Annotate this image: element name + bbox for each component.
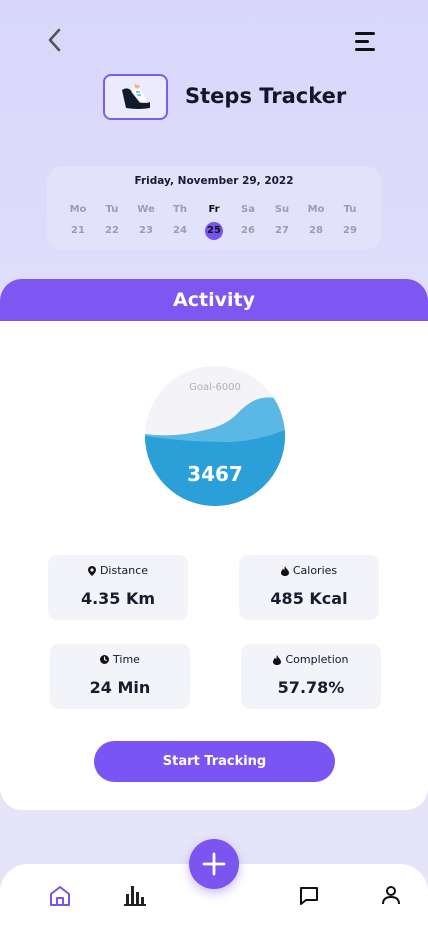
calendar-day-name: Th <box>173 204 187 215</box>
menu-icon-line <box>355 31 375 35</box>
nav-stats[interactable] <box>122 882 148 908</box>
stat-card-calories: Calories 485 Kcal <box>239 555 379 620</box>
stat-card-completion: Completion 57.78% <box>241 644 381 709</box>
calendar-day-number: 28 <box>309 225 323 236</box>
calendar-day-number: 21 <box>71 225 85 236</box>
stat-value: 57.78% <box>277 678 345 697</box>
chevron-left-icon <box>48 28 61 52</box>
calendar-day-number: 24 <box>173 225 187 236</box>
page-title: Steps Tracker <box>185 84 347 108</box>
stat-label-row: Distance <box>48 564 188 577</box>
flame-icon <box>280 565 289 576</box>
calendar-day-number: 23 <box>139 225 153 236</box>
add-button[interactable] <box>189 839 239 889</box>
stat-label: Completion <box>285 653 349 666</box>
menu-icon-line <box>355 39 369 43</box>
calendar-day[interactable]: 21 <box>61 222 95 240</box>
calendar-day-selected[interactable]: 25 <box>197 222 231 240</box>
calendar-day-name: Tu <box>343 204 357 215</box>
calendar-day-number: 27 <box>275 225 289 236</box>
stats-icon <box>124 886 146 906</box>
calendar-day-name: Su <box>274 204 290 215</box>
calendar-day-number: 22 <box>105 225 119 236</box>
home-icon <box>50 886 70 906</box>
calendar-day-name: Sa <box>241 204 255 215</box>
calendar-day[interactable]: 29 <box>333 222 367 240</box>
back-button[interactable] <box>40 26 68 54</box>
stat-label: Calories <box>292 564 338 577</box>
calendar-day-number: 26 <box>241 225 255 236</box>
chat-icon <box>300 887 318 905</box>
goal-label: Goal-6000 <box>189 382 241 393</box>
calendar-day[interactable]: 24 <box>163 222 197 240</box>
stat-value: 4.35 Km <box>80 589 156 608</box>
calendar-day-name: Fr <box>208 204 220 215</box>
calendar-day-name: We <box>137 204 155 215</box>
stat-label-row: Time <box>50 653 190 666</box>
stat-label-row: Completion <box>241 653 381 666</box>
stat-label: Distance <box>99 564 149 577</box>
calendar-date-label: Friday, November 29, 2022 <box>134 175 294 187</box>
stat-label: Time <box>113 653 140 666</box>
nav-messages[interactable] <box>296 883 322 909</box>
menu-button[interactable] <box>355 28 383 54</box>
week-calendar: Friday, November 29, 2022 Mo Tu We Th Fr Sa Su… <box>47 166 381 250</box>
calendar-day[interactable]: 22 <box>95 222 129 240</box>
stat-label-row: Calories <box>239 564 379 577</box>
stat-card-distance: Distance 4.35 Km <box>48 555 188 620</box>
steps-count: 3467 <box>187 462 243 486</box>
calendar-day-name: Tu <box>105 204 119 215</box>
stat-value: 485 Kcal <box>270 589 348 608</box>
nav-profile[interactable] <box>378 882 404 908</box>
calendar-day-name: Mo <box>307 204 325 215</box>
plus-icon <box>202 852 226 876</box>
calendar-day-number: 29 <box>343 225 357 236</box>
clock-icon <box>100 655 110 664</box>
menu-icon-line <box>355 47 375 51</box>
location-pin-icon <box>87 565 96 576</box>
start-tracking-button[interactable]: Start Tracking <box>94 741 335 782</box>
calendar-day[interactable]: 28 <box>299 222 333 240</box>
activity-title: Activity <box>173 289 255 311</box>
app-logo <box>103 74 168 120</box>
calendar-day-number: 25 <box>207 225 221 236</box>
sneaker-icon <box>121 82 150 109</box>
nav-home[interactable] <box>47 883 73 909</box>
profile-icon <box>382 886 400 905</box>
calendar-day[interactable]: 27 <box>265 222 299 240</box>
flame-icon <box>273 654 282 665</box>
calendar-day[interactable]: 26 <box>231 222 265 240</box>
stat-value: 24 Min <box>89 678 151 697</box>
calendar-day-name: Mo <box>69 204 87 215</box>
calendar-day[interactable]: 23 <box>129 222 163 240</box>
stat-card-time: Time 24 Min <box>50 644 190 709</box>
